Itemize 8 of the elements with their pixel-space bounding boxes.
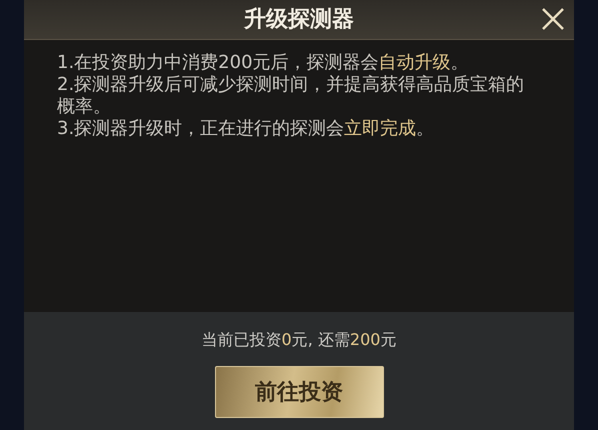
rule-text: 2.探测器升级后可减少探测时间，并提高获得高品质宝箱的概率。 — [57, 74, 526, 118]
dialog-title: 升级探测器 — [244, 6, 354, 34]
close-button[interactable] — [540, 6, 566, 32]
close-icon — [540, 6, 566, 32]
rule-text: 1.在投资助力中消费200元后，探测器会自动升级。 — [57, 52, 470, 74]
investment-status: 当前已投资0元, 还需200元 — [202, 329, 396, 351]
invest-button[interactable]: 前往投资 — [214, 366, 384, 418]
rule-text: 3.探测器升级时，正在进行的探测会立即完成。 — [57, 118, 436, 140]
